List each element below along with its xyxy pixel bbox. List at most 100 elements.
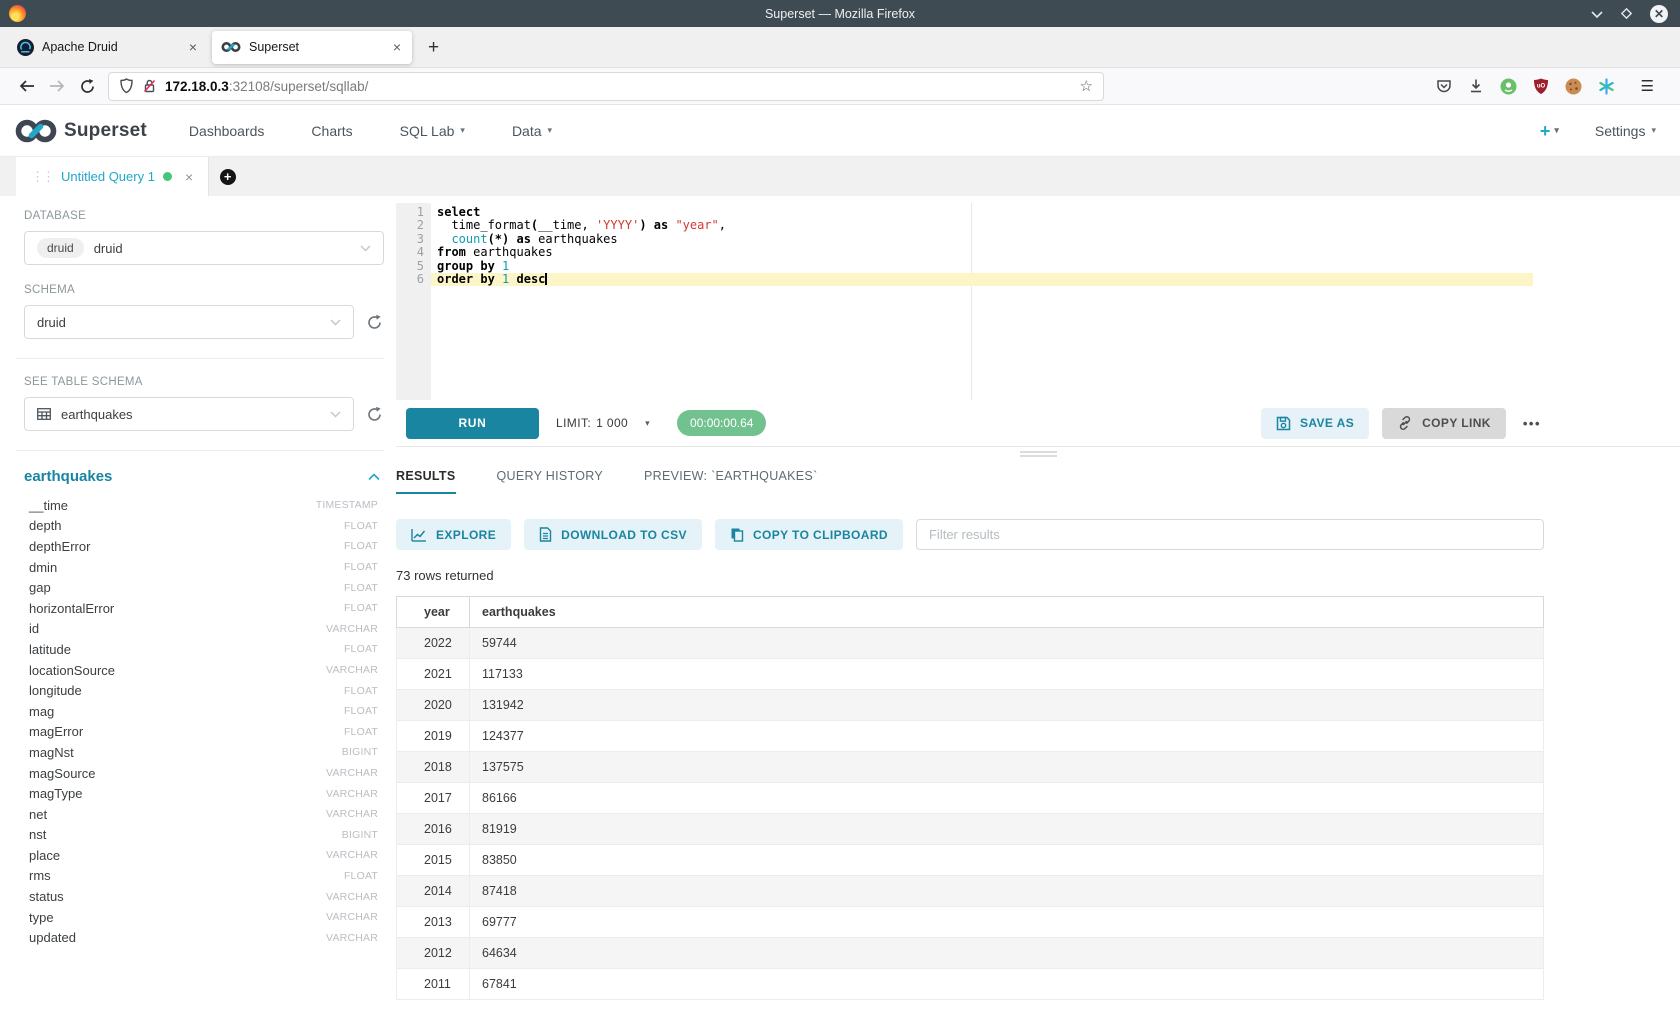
table-row[interactable]: 2018 137575 bbox=[397, 752, 1544, 783]
copy-link-button[interactable]: COPY LINK bbox=[1382, 408, 1506, 439]
reload-icon[interactable] bbox=[72, 79, 102, 94]
filter-results-input[interactable] bbox=[916, 519, 1544, 550]
column-row[interactable]: type VARCHAR bbox=[24, 907, 384, 928]
collapse-chevron-up-icon[interactable] bbox=[368, 473, 380, 481]
column-row[interactable]: place VARCHAR bbox=[24, 845, 384, 866]
url-host: 172.18.0.3 bbox=[165, 79, 229, 94]
column-row[interactable]: updated VARCHAR bbox=[24, 927, 384, 948]
url-bar[interactable]: 172.18.0.3:32108/superset/sqllab/ ☆ bbox=[108, 72, 1104, 101]
column-row[interactable]: depth FLOAT bbox=[24, 516, 384, 537]
column-row[interactable]: id VARCHAR bbox=[24, 619, 384, 640]
superset-logo[interactable]: Superset bbox=[12, 116, 147, 146]
column-row[interactable]: locationSource VARCHAR bbox=[24, 660, 384, 681]
column-type: FLOAT bbox=[344, 561, 378, 573]
cell-year: 2018 bbox=[397, 752, 470, 783]
nav-item-sql-lab[interactable]: SQL Lab▾ bbox=[400, 123, 465, 139]
bookmark-star-icon[interactable]: ☆ bbox=[1080, 77, 1093, 95]
table-row[interactable]: 2013 69777 bbox=[397, 907, 1544, 938]
column-type: BIGINT bbox=[342, 829, 378, 841]
shield-icon[interactable] bbox=[119, 78, 134, 94]
results-tab-query-history[interactable]: QUERY HISTORY bbox=[497, 469, 603, 494]
table-row[interactable]: 2019 124377 bbox=[397, 721, 1544, 752]
add-new-button[interactable]: +▾ bbox=[1540, 122, 1559, 140]
column-row[interactable]: dmin FLOAT bbox=[24, 557, 384, 578]
forward-icon[interactable] bbox=[42, 79, 72, 93]
column-row[interactable]: status VARCHAR bbox=[24, 886, 384, 907]
table-row[interactable]: 2011 67841 bbox=[397, 969, 1544, 1000]
pocket-icon[interactable] bbox=[1436, 78, 1452, 94]
lock-insecure-icon[interactable] bbox=[142, 78, 157, 94]
drag-grip-icon[interactable]: ⋮⋮ bbox=[31, 169, 53, 185]
nav-item-dashboards[interactable]: Dashboards bbox=[189, 123, 265, 139]
column-row[interactable]: nst BIGINT bbox=[24, 825, 384, 846]
back-icon[interactable] bbox=[12, 79, 42, 93]
explore-button[interactable]: EXPLORE bbox=[396, 519, 511, 550]
column-header-earthquakes[interactable]: earthquakes bbox=[470, 597, 1544, 628]
maximize-icon[interactable] bbox=[1620, 7, 1633, 20]
svg-text:uO: uO bbox=[1536, 83, 1545, 89]
table-row[interactable]: 2016 81919 bbox=[397, 814, 1544, 845]
column-row[interactable]: net VARCHAR bbox=[24, 804, 384, 825]
table-row[interactable]: 2017 86166 bbox=[397, 783, 1544, 814]
browser-tab-druid[interactable]: Apache Druid × bbox=[8, 31, 208, 64]
database-select[interactable]: druid druid bbox=[24, 231, 384, 265]
minimize-icon[interactable] bbox=[1591, 10, 1603, 18]
nav-item-charts[interactable]: Charts bbox=[311, 123, 352, 139]
cell-year: 2013 bbox=[397, 907, 470, 938]
table-row[interactable]: 2012 64634 bbox=[397, 938, 1544, 969]
tab-close-icon[interactable]: × bbox=[187, 39, 199, 55]
column-type: VARCHAR bbox=[326, 664, 378, 676]
table-row[interactable]: 2020 131942 bbox=[397, 690, 1544, 721]
column-row[interactable]: magNst BIGINT bbox=[24, 742, 384, 763]
column-row[interactable]: longitude FLOAT bbox=[24, 680, 384, 701]
copy-clipboard-button[interactable]: COPY TO CLIPBOARD bbox=[715, 519, 903, 550]
table-row[interactable]: 2022 59744 bbox=[397, 628, 1544, 659]
tab-close-icon[interactable]: × bbox=[391, 39, 403, 55]
settings-menu[interactable]: Settings▾ bbox=[1595, 123, 1656, 139]
cell-earthquakes: 59744 bbox=[470, 628, 1544, 659]
sql-editor[interactable]: 123456 select time_format(__time, 'YYYY'… bbox=[396, 203, 1533, 400]
column-row[interactable]: mag FLOAT bbox=[24, 701, 384, 722]
query-tab-active[interactable]: ⋮⋮ Untitled Query 1 × bbox=[16, 157, 208, 196]
results-tab-preview[interactable]: PREVIEW: `EARTHQUAKES` bbox=[644, 469, 818, 494]
column-row[interactable]: __time TIMESTAMP bbox=[24, 495, 384, 516]
table-schema-title[interactable]: earthquakes bbox=[24, 468, 112, 485]
column-row[interactable]: latitude FLOAT bbox=[24, 639, 384, 660]
new-tab-button[interactable]: + bbox=[416, 38, 451, 57]
column-type: VARCHAR bbox=[326, 891, 378, 903]
menu-hamburger-icon[interactable]: ☰ bbox=[1631, 77, 1662, 95]
run-button[interactable]: RUN bbox=[406, 408, 539, 439]
editor-code[interactable]: select time_format(__time, 'YYYY') as "y… bbox=[431, 203, 1533, 400]
column-row[interactable]: magType VARCHAR bbox=[24, 783, 384, 804]
save-as-button[interactable]: SAVE AS bbox=[1261, 408, 1369, 439]
column-row[interactable]: magError FLOAT bbox=[24, 722, 384, 743]
schema-select[interactable]: druid bbox=[24, 305, 354, 339]
table-row[interactable]: 2014 87418 bbox=[397, 876, 1544, 907]
browser-tabbar: Apache Druid × Superset × + bbox=[0, 27, 1680, 68]
download-csv-button[interactable]: DOWNLOAD TO CSV bbox=[524, 519, 702, 550]
column-row[interactable]: magSource VARCHAR bbox=[24, 763, 384, 784]
refresh-schema-icon[interactable] bbox=[364, 314, 384, 331]
column-header-year[interactable]: year bbox=[397, 597, 470, 628]
column-row[interactable]: horizontalError FLOAT bbox=[24, 598, 384, 619]
column-row[interactable]: depthError FLOAT bbox=[24, 536, 384, 557]
query-tab-close-icon[interactable]: × bbox=[185, 169, 193, 185]
add-query-tab-button[interactable]: + bbox=[208, 157, 246, 196]
column-row[interactable]: rms FLOAT bbox=[24, 866, 384, 887]
refresh-table-icon[interactable] bbox=[364, 406, 384, 423]
url-text[interactable]: 172.18.0.3:32108/superset/sqllab/ bbox=[165, 79, 368, 94]
close-icon[interactable]: ✕ bbox=[1650, 5, 1668, 23]
download-icon[interactable] bbox=[1468, 78, 1484, 94]
column-type: VARCHAR bbox=[326, 911, 378, 923]
table-select[interactable]: earthquakes bbox=[24, 397, 354, 431]
column-row[interactable]: gap FLOAT bbox=[24, 577, 384, 598]
results-tab-results[interactable]: RESULTS bbox=[396, 469, 456, 494]
table-row[interactable]: 2015 83850 bbox=[397, 845, 1544, 876]
firefox-logo-icon bbox=[9, 5, 26, 22]
table-row[interactable]: 2021 117133 bbox=[397, 659, 1544, 690]
browser-tab-superset[interactable]: Superset × bbox=[212, 31, 412, 64]
more-options-icon[interactable]: ••• bbox=[1519, 416, 1545, 431]
nav-item-data[interactable]: Data▾ bbox=[512, 123, 552, 139]
limit-control[interactable]: LIMIT: 1 000 ▾ bbox=[556, 416, 650, 430]
pane-resize-grip[interactable] bbox=[396, 447, 1680, 460]
